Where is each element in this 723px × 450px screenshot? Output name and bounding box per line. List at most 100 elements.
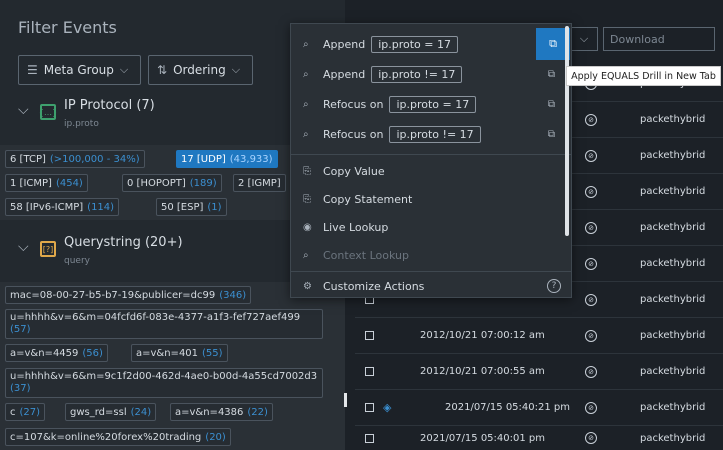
protocol-icon: ⊘ (585, 329, 597, 342)
time-cell: 2012/10/21 07:00:55 am (420, 366, 545, 377)
service-cell: packethybrid (640, 114, 706, 125)
context-menu: ⧉ ⌕ Append ip.proto = 17 ⌕ Append ip.pro… (290, 23, 572, 298)
external-link-icon[interactable]: ⧉ (548, 69, 555, 80)
value-chip[interactable]: 2 [IGMP] (233, 174, 286, 192)
menu-item-refocus-not-equals[interactable]: ⌕ Refocus on ip.proto != 17 ⧉ (303, 123, 559, 145)
protocol-icon: ⊘ (585, 149, 597, 162)
gear-icon: ⚙ (303, 280, 312, 292)
table-row[interactable]: 2021/07/15 05:40:01 pm ⊘ packethybrid (355, 420, 723, 450)
protocol-icon: ⊘ (585, 293, 597, 306)
value-chip[interactable]: gws_rd=ssl (24) (65, 403, 157, 421)
row-checkbox[interactable] (365, 433, 374, 443)
expression-pill: ip.proto = 17 (371, 35, 458, 53)
group-header-ip-proto[interactable]: ⌵ {…} IP Protocol (7) ip.proto (18, 98, 155, 129)
row-checkbox[interactable] (365, 331, 374, 340)
value-chip[interactable]: 1 [ICMP] (454) (5, 174, 88, 192)
chevron-down-icon: ⌵ (231, 63, 241, 76)
protocol-icon: ⊘ (585, 221, 597, 234)
expression-pill: ip.proto != 17 (371, 65, 463, 83)
value-chip[interactable]: 0 [HOPOPT] (189) (122, 174, 222, 192)
ordering-label: Ordering (173, 63, 226, 77)
ordering-button[interactable]: ⇅ Ordering ⌵ (148, 55, 253, 85)
protocol-icon: ⊘ (585, 185, 597, 198)
time-cell: 2021/07/15 05:40:01 pm (420, 432, 545, 444)
menu-item-copy-statement[interactable]: ⎘ Copy Statement (303, 188, 559, 210)
value-chip[interactable]: 50 [ESP] (1) (156, 198, 227, 216)
menu-divider (291, 271, 571, 272)
service-cell: packethybrid (640, 294, 706, 305)
menu-divider (291, 154, 571, 155)
download-button[interactable]: Download (603, 27, 715, 51)
external-link-icon[interactable]: ⧉ (548, 129, 555, 140)
lookup-icon: ⌕ (303, 249, 309, 261)
copy-icon: ⎘ (303, 193, 311, 205)
protocol-icon: ⊘ (585, 113, 597, 126)
search-icon: ⌕ (303, 128, 309, 140)
menu-item-append-not-equals[interactable]: ⌕ Append ip.proto != 17 ⧉ (303, 63, 559, 85)
row-checkbox[interactable] (365, 403, 374, 412)
table-row[interactable]: 2012/10/21 07:00:55 am ⊘ packethybrid (355, 354, 723, 390)
value-chip[interactable]: a=v&n=4386 (22) (170, 403, 273, 421)
value-chip[interactable]: c (27) (5, 403, 46, 421)
service-cell: packethybrid (640, 186, 706, 197)
group-title: IP Protocol (7) (64, 98, 155, 113)
chevron-down-icon[interactable]: ⌵ (18, 102, 32, 118)
value-chip[interactable]: a=v&n=401 (55) (131, 344, 228, 362)
protocol-icon: ⊘ (585, 401, 597, 414)
field-type-icon: {…} (39, 104, 57, 120)
menu-item-refocus-equals[interactable]: ⌕ Refocus on ip.proto = 17 ⧉ (303, 93, 559, 115)
search-icon: ⌕ (303, 98, 309, 110)
stack-icon: ◈ (383, 401, 392, 414)
row-checkbox[interactable] (365, 367, 374, 376)
value-chip-active[interactable]: 17 [UDP] (43,933) (176, 150, 278, 168)
meta-group-label: Meta Group (43, 63, 114, 77)
tooltip: Apply EQUALS Drill in New Tab (566, 66, 721, 86)
external-link-icon[interactable]: ⧉ (548, 99, 555, 110)
expression-pill: ip.proto = 17 (389, 95, 477, 113)
panel-resize-handle[interactable] (344, 393, 347, 407)
menu-item-copy-value[interactable]: ⎘ Copy Value (303, 160, 559, 182)
dropdown-toggle[interactable]: ⌵ (570, 27, 598, 51)
search-icon: ⌕ (303, 68, 309, 80)
live-icon: ◉ (303, 221, 312, 233)
value-chip[interactable]: 6 [TCP] (>100,000 - 34%) (5, 150, 145, 168)
search-icon: ⌕ (303, 38, 309, 50)
value-chip[interactable]: c=107&k=online%20forex%20trading (20) (5, 428, 231, 446)
group-title: Querystring (20+) (64, 235, 183, 250)
meta-group-button[interactable]: ☰ Meta Group ⌵ (18, 55, 141, 85)
table-row[interactable]: 2012/10/21 07:00:12 am ⊘ packethybrid (355, 318, 723, 354)
value-chip[interactable]: a=v&n=4459 (56) (5, 344, 108, 362)
sort-icon: ⇅ (157, 63, 168, 77)
value-chip[interactable]: 58 [IPv6-ICMP] (114) (5, 198, 120, 216)
service-cell: packethybrid (640, 432, 706, 444)
service-cell: packethybrid (640, 330, 706, 341)
chevron-down-icon: ⌵ (579, 32, 589, 45)
group-key: ip.proto (64, 119, 99, 129)
chevron-down-icon: ⌵ (119, 63, 129, 76)
menu-item-append-equals[interactable]: ⌕ Append ip.proto = 17 (303, 33, 559, 55)
service-cell: packethybrid (640, 222, 706, 233)
time-cell: 2012/10/21 07:00:12 am (420, 330, 545, 341)
menu-item-customize-actions[interactable]: ⚙ Customize Actions (303, 275, 559, 297)
value-chip[interactable]: u=hhhh&v=6&m=9c1f2d00-462d-4ae0-b00d-4a5… (5, 368, 323, 398)
protocol-icon: ⊘ (585, 432, 597, 444)
panel-title: Filter Events (18, 18, 117, 37)
field-type-icon: [?] (40, 241, 56, 257)
value-chip[interactable]: u=hhhh&v=6&m=04fcfd6f-083e-4377-a1f3-fef… (5, 309, 323, 339)
chevron-down-icon[interactable]: ⌵ (18, 239, 32, 255)
menu-item-live-lookup[interactable]: ◉ Live Lookup (303, 216, 559, 238)
protocol-icon: ⊘ (585, 365, 597, 378)
group-header-query[interactable]: ⌵ [?] Querystring (20+) query (18, 235, 183, 266)
protocol-icon: ⊘ (585, 257, 597, 270)
service-cell: packethybrid (640, 402, 706, 413)
value-chip[interactable]: mac=08-00-27-b5-b7-19&publicer=dc99 (346… (5, 286, 252, 304)
group-key: query (64, 256, 90, 266)
help-icon[interactable]: ? (547, 279, 561, 293)
service-cell: packethybrid (640, 150, 706, 161)
list-icon: ☰ (27, 63, 38, 77)
service-cell: packethybrid (640, 366, 706, 377)
menu-item-context-lookup: ⌕ Context Lookup (303, 248, 409, 262)
copy-icon: ⎘ (303, 165, 311, 177)
menu-scrollbar[interactable] (565, 26, 569, 236)
time-cell: 2021/07/15 05:40:21 pm (445, 402, 570, 413)
